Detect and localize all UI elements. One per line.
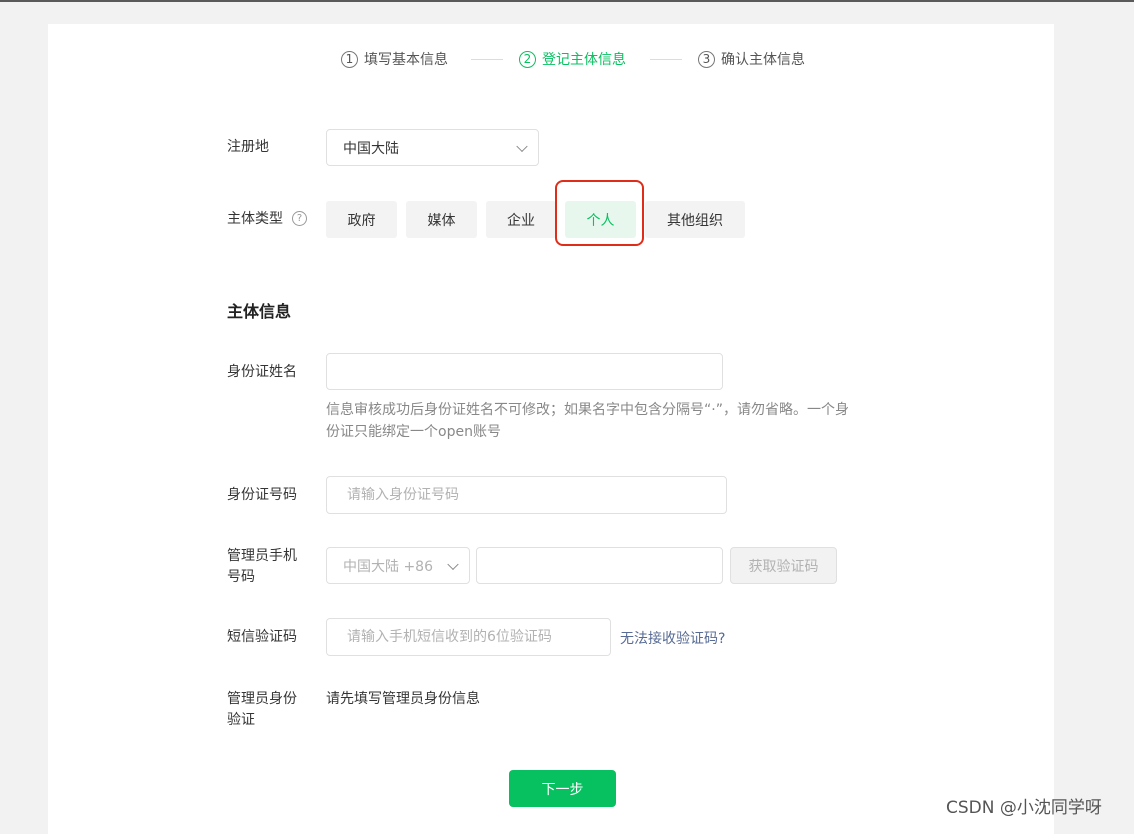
type-other-org-button[interactable]: 其他组织 [645,201,745,238]
type-media-button[interactable]: 媒体 [406,201,477,238]
step-2-label: 登记主体信息 [542,52,626,68]
id-number-input[interactable] [326,476,727,514]
id-name-hint-line-2: 份证只能绑定一个open账号 [326,424,501,440]
admin-verify-label-line-2: 验证 [227,712,255,728]
admin-verify-label-line-1: 管理员身份 [227,691,297,707]
step-3-number: 3 [698,50,715,68]
chevron-down-icon [516,140,528,152]
chevron-down-icon [447,558,459,570]
registration-value: 中国大陆 [343,140,399,157]
country-code-value: 中国大陆 +86 [343,558,433,575]
sms-code-input[interactable] [326,618,611,656]
cannot-receive-code-link[interactable]: 无法接收验证码? [620,628,725,648]
type-government-button[interactable]: 政府 [326,201,397,238]
id-name-input[interactable] [326,353,723,390]
window-top-border [0,0,1134,2]
watermark: CSDN @小沈同学呀 [946,798,1102,818]
admin-verify-text: 请先填写管理员身份信息 [326,691,480,707]
step-divider-1 [471,59,503,60]
step-3: 3 确认主体信息 [698,48,805,70]
get-code-button[interactable]: 获取验证码 [730,547,837,584]
admin-phone-label-line-1: 管理员手机 [227,548,297,564]
annotation-highlight-box [555,180,644,246]
step-2: 2 登记主体信息 [519,48,626,70]
id-number-label: 身份证号码 [227,487,297,503]
phone-number-input[interactable] [476,547,723,584]
step-1-number: 1 [341,50,358,68]
next-step-button[interactable]: 下一步 [509,770,616,807]
sms-code-label: 短信验证码 [227,629,297,645]
registration-select[interactable]: 中国大陆 [326,129,539,166]
admin-phone-label: 管理员手机 号码 [227,546,297,588]
registration-label: 注册地 [227,139,269,155]
step-divider-2 [650,59,682,60]
id-name-hint: 信息审核成功后身份证姓名不可修改；如果名字中包含分隔号“·”，请勿省略。一个身 … [326,399,886,443]
country-code-select[interactable]: 中国大陆 +86 [326,547,470,584]
step-2-number: 2 [519,50,536,68]
step-1-label: 填写基本信息 [364,52,448,68]
help-icon[interactable]: ? [292,211,307,226]
section-title: 主体信息 [227,302,292,321]
admin-verify-label: 管理员身份 验证 [227,689,297,731]
entity-type-label: 主体类型 [227,211,283,227]
step-1: 1 填写基本信息 [341,48,448,70]
admin-phone-label-line-2: 号码 [227,569,255,585]
step-3-label: 确认主体信息 [721,52,805,68]
id-name-label: 身份证姓名 [227,364,297,380]
type-enterprise-button[interactable]: 企业 [486,201,556,238]
id-name-hint-line-1: 信息审核成功后身份证姓名不可修改；如果名字中包含分隔号“·”，请勿省略。一个身 [326,402,849,418]
